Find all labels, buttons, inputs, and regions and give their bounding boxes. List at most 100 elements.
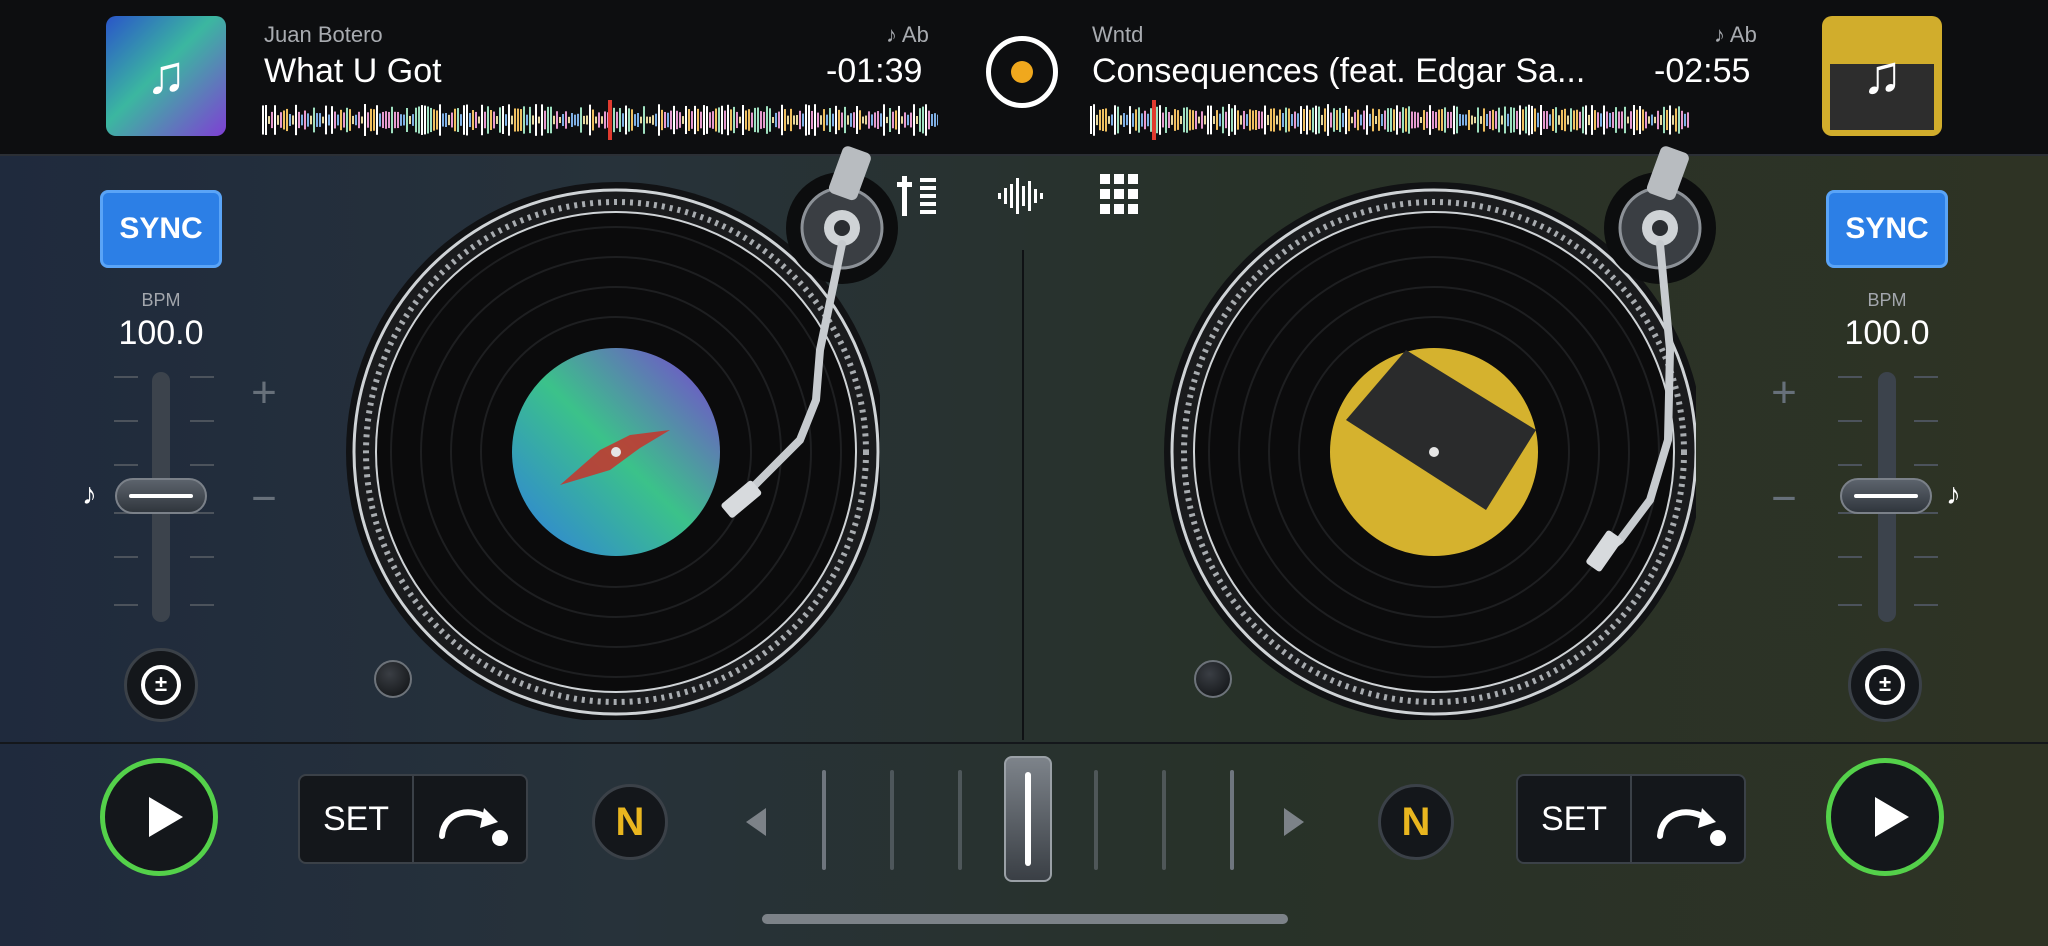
deck-b-neural-mix-button[interactable]: N [1378, 784, 1454, 860]
waveform-bar [847, 115, 849, 125]
waveform-bar [1324, 108, 1326, 132]
waveform-bar [1240, 115, 1242, 125]
waveform-bar [1525, 106, 1527, 134]
waveform-bar [529, 106, 531, 134]
deck-b-cover-art[interactable]: ♫ [1822, 16, 1942, 136]
waveform-bar [409, 115, 411, 125]
bottom-divider [0, 742, 2048, 744]
waveform-bar [541, 104, 543, 136]
waveform-bar [1684, 113, 1686, 127]
waveform-bar [679, 112, 681, 128]
waveform-bar [1408, 106, 1410, 134]
waveform-bar [742, 105, 744, 135]
waveform-bar [727, 104, 729, 136]
deck-b-pitch-range-button[interactable]: ± [1848, 648, 1922, 722]
record-button[interactable] [986, 36, 1058, 108]
waveform-bar [304, 110, 306, 130]
deck-b-tonearm[interactable] [1500, 140, 1730, 620]
deck-a-start-stop-knob[interactable] [374, 660, 412, 698]
waveform-bar [646, 116, 648, 124]
waveform-bar [904, 112, 906, 128]
deck-a-cover-art[interactable]: ♫ [106, 16, 226, 136]
waveform-bar [715, 108, 717, 132]
crossfader-knob[interactable] [1004, 756, 1052, 882]
deck-a-jump-cue-button[interactable] [414, 776, 526, 862]
waveform-bar [328, 114, 330, 126]
deck-a-waveform[interactable] [262, 100, 938, 140]
waveform-bar [931, 114, 933, 126]
waveform-bar [691, 111, 693, 129]
waveform-bar [838, 109, 840, 131]
waveform-bar [1138, 107, 1140, 133]
waveform-bar [1288, 108, 1290, 132]
waveform-bar [391, 106, 393, 134]
waveform-bar [358, 111, 360, 129]
waveform-bar [895, 110, 897, 130]
pads-grid-icon[interactable] [1094, 172, 1148, 220]
deck-a-pitch-slider-handle[interactable] [115, 478, 207, 514]
waveform-bar [745, 110, 747, 130]
deck-b-play-button[interactable] [1826, 758, 1944, 876]
waveform-bar [505, 114, 507, 126]
deck-b-sync-button[interactable]: SYNC [1826, 190, 1948, 268]
waveform-bar [1384, 110, 1386, 130]
waveform-bar [475, 111, 477, 129]
waveform-bar [301, 114, 303, 126]
deck-b-jump-cue-button[interactable] [1632, 776, 1744, 862]
waveform-bar [1588, 114, 1590, 126]
deck-a-play-button[interactable] [100, 758, 218, 876]
waveform-bar [1480, 116, 1482, 124]
waveform-bar [1345, 105, 1347, 135]
crossfader-right-arrow[interactable] [1284, 808, 1304, 836]
waveform-bar [709, 112, 711, 128]
deck-a-set-cue-button[interactable]: SET [300, 776, 414, 862]
deck-a-neural-mix-button[interactable]: N [592, 784, 668, 860]
waveform-bar [1171, 115, 1173, 125]
deck-b-set-cue-button[interactable]: SET [1518, 776, 1632, 862]
waveform-bar [460, 114, 462, 126]
waveform-bar [370, 108, 372, 132]
waveform-bar [925, 104, 927, 136]
waveform-bar [871, 114, 873, 126]
waveform-bar [1624, 106, 1626, 134]
waveform-bar [1402, 107, 1404, 133]
deck-a-sync-button[interactable]: SYNC [100, 190, 222, 268]
waveform-bar [697, 108, 699, 132]
deck-b-pitch-minus-button[interactable]: − [1764, 474, 1804, 524]
waveform-bar [1534, 108, 1536, 132]
deck-a-cue-controls: SET [298, 774, 528, 864]
neural-mix-icon: N [615, 800, 645, 844]
waveform-bar [352, 115, 354, 125]
waveform-bar [583, 115, 585, 125]
waveform-bar [889, 108, 891, 132]
waveform-bar [658, 104, 660, 136]
waveform-bar [1114, 105, 1116, 135]
waveform-bar [1552, 109, 1554, 131]
deck-b-artist: Wntd [1092, 22, 1144, 47]
waveform-bar [1522, 109, 1524, 131]
waveform-bar [1186, 107, 1188, 133]
deck-a-tonearm[interactable] [690, 140, 920, 600]
music-note-icon: ♫ [145, 45, 187, 105]
waveform-bar [379, 113, 381, 127]
crossfader-left-arrow[interactable] [746, 808, 766, 836]
deck-b-start-stop-knob[interactable] [1194, 660, 1232, 698]
deck-a-pitch-range-button[interactable]: ± [124, 648, 198, 722]
waveform-bar [1213, 116, 1215, 124]
waveform-bar [1162, 112, 1164, 128]
waveform-bar [865, 115, 867, 125]
deck-b-waveform[interactable] [1090, 100, 1766, 140]
waveform-bar [364, 104, 366, 136]
deck-b-pitch-plus-button[interactable]: + [1764, 368, 1804, 418]
waveform-bar [853, 112, 855, 128]
waveform-bar [706, 106, 708, 134]
deck-a-pitch-plus-button[interactable]: + [244, 368, 284, 418]
deck-a-pitch-minus-button[interactable]: − [244, 474, 284, 524]
waveform-bar [406, 107, 408, 133]
waveform-bar [445, 113, 447, 127]
deck-b-pitch-slider-handle[interactable] [1840, 478, 1932, 514]
waveform-bar [1348, 108, 1350, 132]
waveform-bar [733, 106, 735, 134]
waveform-icon[interactable] [994, 172, 1048, 220]
waveform-bar [1243, 110, 1245, 130]
